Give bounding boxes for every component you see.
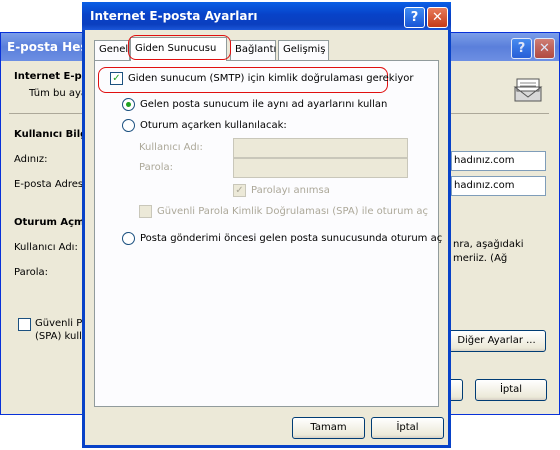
logon-heading: Oturum Açm [14, 217, 85, 228]
bg-spa-label-2: (SPA) kulla [35, 331, 89, 342]
info-text-line-2: meriiz. (Ağ [453, 253, 508, 264]
bg-username-label: Kullanıcı Adı: [14, 242, 78, 253]
username-label: Kullanıcı Adı: [139, 142, 203, 153]
settings-subheading: Tüm bu aya [29, 88, 88, 99]
bg-spa-checkbox[interactable] [18, 318, 31, 331]
smtp-auth-label: Giden sunucum (SMTP) için kimlik doğrula… [128, 73, 414, 84]
dialog-titlebar: Internet E-posta Ayarları ? ✕ [82, 2, 451, 30]
internet-email-settings-dialog: Internet E-posta Ayarları ? ✕ Genel Gide… [82, 2, 451, 448]
dialog-title: Internet E-posta Ayarları [90, 9, 258, 23]
tab-connection-label: Bağlantı [235, 44, 277, 55]
tab-advanced-label: Gelişmiş [283, 44, 326, 55]
cancel-button[interactable]: İptal [371, 417, 444, 439]
tab-advanced[interactable]: Gelişmiş [278, 40, 329, 60]
ok-button[interactable]: Tamam [292, 417, 365, 439]
dialog-close-icon[interactable]: ✕ [427, 7, 448, 28]
dialog-help-icon[interactable]: ? [404, 7, 425, 28]
same-settings-radio[interactable] [122, 98, 135, 111]
remember-password-checkbox[interactable]: ✓ [233, 184, 246, 197]
password-label: Parola: [139, 162, 173, 173]
pop-before-smtp-label: Posta gönderimi öncesi gelen posta sunuc… [140, 233, 443, 244]
logon-using-radio[interactable] [122, 119, 135, 132]
help-icon[interactable]: ? [511, 38, 532, 59]
smtp-auth-checkbox[interactable]: ✓ [110, 72, 123, 85]
username-field[interactable] [233, 138, 408, 158]
bg-spa-label-1: Güvenli Pa [35, 318, 88, 329]
name-field[interactable]: hadınız.com [451, 151, 546, 171]
close-icon[interactable]: ✕ [534, 38, 555, 59]
remember-password-label: Parolayı anımsa [251, 185, 330, 196]
bg-cancel-button[interactable]: İptal [475, 379, 547, 401]
pop-before-smtp-radio[interactable] [122, 232, 135, 245]
name-label: Adınız: [14, 154, 48, 165]
info-text-line-1: nra, aşağıdaki [453, 239, 524, 250]
settings-heading: Internet E-p [14, 71, 82, 82]
tab-general-label: Genel [99, 44, 129, 55]
email-field[interactable]: hadınız.com [451, 176, 546, 196]
bg-password-label: Parola: [14, 267, 48, 278]
logon-using-label: Oturum açarken kullanılacak: [140, 120, 287, 131]
spa-label: Güvenli Parola Kimlik Doğrulaması (SPA) … [157, 206, 429, 217]
envelope-icon [511, 75, 545, 108]
same-settings-label: Gelen posta sunucum ile aynı ad ayarları… [140, 99, 388, 110]
spa-checkbox[interactable] [139, 205, 152, 218]
user-info-heading: Kullanıcı Bilg [14, 129, 88, 140]
more-settings-button[interactable]: Diğer Ayarlar ... [447, 330, 546, 352]
email-address-label: E-posta Adres [14, 179, 84, 190]
tab-general[interactable]: Genel [94, 40, 130, 60]
tab-highlight [128, 35, 231, 60]
password-field[interactable] [233, 158, 408, 178]
tab-connection[interactable]: Bağlantı [230, 40, 276, 60]
